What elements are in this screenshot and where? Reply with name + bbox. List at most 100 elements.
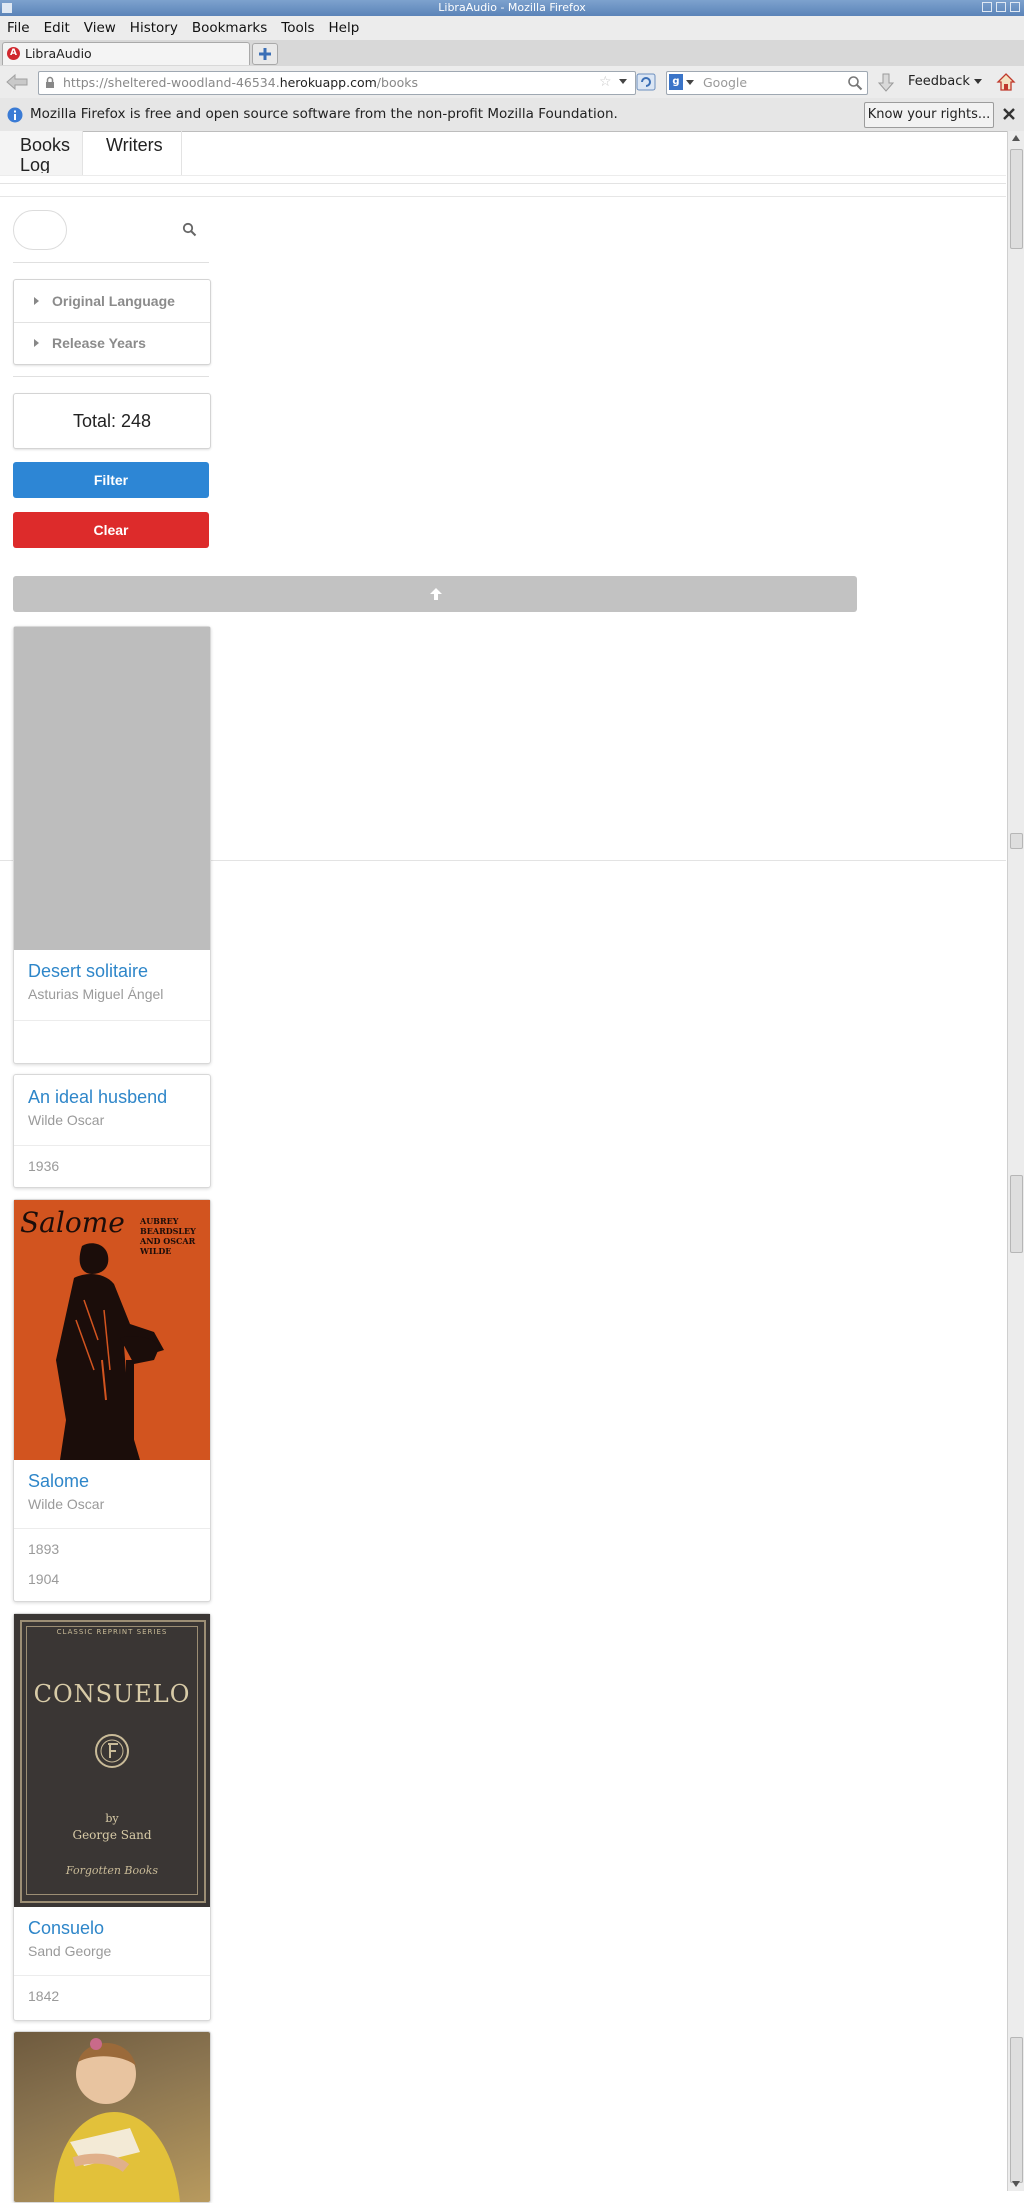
facet-language-label: Original Language — [52, 293, 175, 309]
download-icon[interactable] — [876, 72, 896, 94]
book-card[interactable]: Salome AUBREY BEARDSLEY AND OSCAR WILDE … — [13, 1199, 211, 1602]
card-divider — [14, 1020, 210, 1021]
book-year: 1842 — [28, 1988, 60, 2004]
window-title: LibraAudio - Mozilla Firefox — [438, 1, 586, 14]
cover-title: Salome — [20, 1206, 125, 1239]
book-title[interactable]: An ideal husbend — [28, 1087, 167, 1108]
book-year: 1936 — [28, 1158, 60, 1174]
forgotten-books-logo — [95, 1734, 129, 1768]
cover-by: by — [105, 1812, 119, 1825]
bookmark-star-icon[interactable]: ☆ — [599, 74, 612, 90]
url-text: https://sheltered-woodland-46534.herokua… — [63, 75, 418, 90]
login-link[interactable]: Log in — [20, 155, 64, 173]
scroll-down-icon[interactable] — [1012, 2181, 1020, 2187]
facet-release-years[interactable]: Release Years — [14, 322, 210, 364]
caret-right-icon — [34, 297, 39, 305]
nav-writers-label: Writers — [106, 135, 163, 155]
url-path: /books — [376, 75, 418, 90]
home-icon[interactable] — [996, 72, 1016, 92]
menu-help[interactable]: Help — [322, 16, 367, 40]
filter-button[interactable]: Filter — [13, 462, 209, 498]
book-cover-consuelo: CLASSIC REPRINT SERIES CONSUELO by Georg… — [14, 1614, 210, 1907]
book-cover-salome: Salome AUBREY BEARDSLEY AND OSCAR WILDE — [14, 1200, 210, 1460]
book-card[interactable] — [13, 2031, 211, 2203]
facets-divider — [13, 376, 209, 377]
book-title[interactable]: Desert solitaire — [28, 961, 148, 982]
window-menu-icon[interactable] — [2, 3, 12, 13]
window-titlebar: LibraAudio - Mozilla Firefox — [0, 0, 1024, 16]
url-dropdown-icon[interactable] — [619, 79, 627, 84]
search-placeholder: Google — [703, 75, 748, 90]
salome-illustration — [56, 1243, 164, 1460]
back-icon[interactable] — [4, 73, 30, 91]
caret-right-icon — [34, 339, 39, 347]
facet-years-label: Release Years — [52, 335, 146, 351]
book-card[interactable]: An ideal husbend Wilde Oscar 1936 — [13, 1074, 211, 1188]
google-engine-icon[interactable]: g — [669, 74, 683, 90]
scroll-up-icon[interactable] — [1012, 135, 1020, 141]
book-title[interactable]: Salome — [28, 1471, 89, 1492]
engine-dropdown-icon[interactable] — [686, 80, 694, 85]
scroll-thumb-2[interactable] — [1010, 833, 1023, 849]
facet-original-language[interactable]: Original Language — [14, 280, 210, 323]
book-title[interactable]: Consuelo — [28, 1918, 104, 1939]
filter-facets-panel: Original Language Release Years — [13, 279, 211, 365]
close-notification-icon[interactable] — [1002, 107, 1016, 121]
login-label: Log in — [20, 155, 51, 173]
menu-view[interactable]: View — [77, 16, 123, 40]
maximize-icon[interactable] — [996, 2, 1006, 12]
navigation-toolbar: https://sheltered-woodland-46534.herokua… — [0, 66, 1024, 99]
scroll-thumb-1[interactable] — [1010, 149, 1023, 249]
scroll-to-top-button[interactable] — [13, 576, 857, 612]
search-bar[interactable]: g Google — [666, 71, 868, 95]
header-divider — [0, 196, 1006, 197]
book-author: Wilde Oscar — [28, 1112, 105, 1128]
tab-title: LibraAudio — [25, 46, 92, 61]
angular-favicon-icon: A — [7, 47, 20, 60]
url-domain: herokuapp.com — [279, 75, 377, 90]
book-card[interactable]: CLASSIC REPRINT SERIES CONSUELO by Georg… — [13, 1613, 211, 2021]
cover-title: CONSUELO — [33, 1680, 191, 1708]
info-icon — [7, 107, 23, 123]
site-navbar: Books Writers Log in — [0, 131, 1006, 184]
total-count: Total: 248 — [13, 393, 211, 449]
book-cover-placeholder — [14, 627, 210, 950]
page-scrollbar[interactable] — [1007, 131, 1024, 2191]
clear-button[interactable]: Clear — [13, 512, 209, 548]
reading-girl-illustration — [54, 2038, 180, 2202]
notification-bar: Mozilla Firefox is free and open source … — [0, 98, 1024, 132]
card-divider — [14, 1975, 210, 1976]
nav-tab-writers[interactable]: Writers — [83, 131, 182, 175]
search-icon[interactable] — [182, 222, 197, 237]
menu-edit[interactable]: Edit — [37, 16, 77, 40]
card-divider — [14, 1528, 210, 1529]
menu-tools[interactable]: Tools — [274, 16, 321, 40]
sidebar-divider — [13, 262, 209, 263]
menu-bookmarks[interactable]: Bookmarks — [185, 16, 274, 40]
new-tab-button[interactable] — [252, 43, 278, 65]
cover-publisher: Forgotten Books — [65, 1864, 159, 1877]
url-bar[interactable]: https://sheltered-woodland-46534.herokua… — [38, 71, 636, 95]
book-year: 1904 — [28, 1571, 60, 1587]
search-go-icon[interactable] — [847, 75, 863, 91]
cover-series: CLASSIC REPRINT SERIES — [56, 1628, 168, 1636]
tab-libraaudio[interactable]: A LibraAudio — [2, 42, 250, 65]
reload-icon[interactable] — [636, 73, 656, 91]
know-your-rights-button[interactable]: Know your rights... — [864, 102, 994, 128]
book-author: Sand George — [28, 1943, 112, 1959]
scroll-thumb-4[interactable] — [1010, 2037, 1023, 2183]
feedback-button[interactable]: Feedback — [908, 74, 983, 89]
arrow-up-icon — [430, 588, 442, 600]
search-input[interactable] — [13, 210, 67, 250]
book-card[interactable]: Desert solitaire Asturias Miguel Ángel — [13, 626, 211, 1064]
close-window-icon[interactable] — [1010, 2, 1020, 12]
minimize-icon[interactable] — [982, 2, 992, 12]
card-divider — [14, 1145, 210, 1146]
menu-history[interactable]: History — [123, 16, 185, 40]
scroll-thumb-3[interactable] — [1010, 1175, 1023, 1253]
menu-file[interactable]: File — [0, 16, 37, 40]
url-prefix: https://sheltered-woodland-46534. — [63, 75, 280, 90]
navbar-divider — [0, 175, 1006, 183]
menubar: File Edit View History Bookmarks Tools Help — [0, 16, 1024, 41]
feedback-dropdown-icon — [974, 79, 983, 84]
